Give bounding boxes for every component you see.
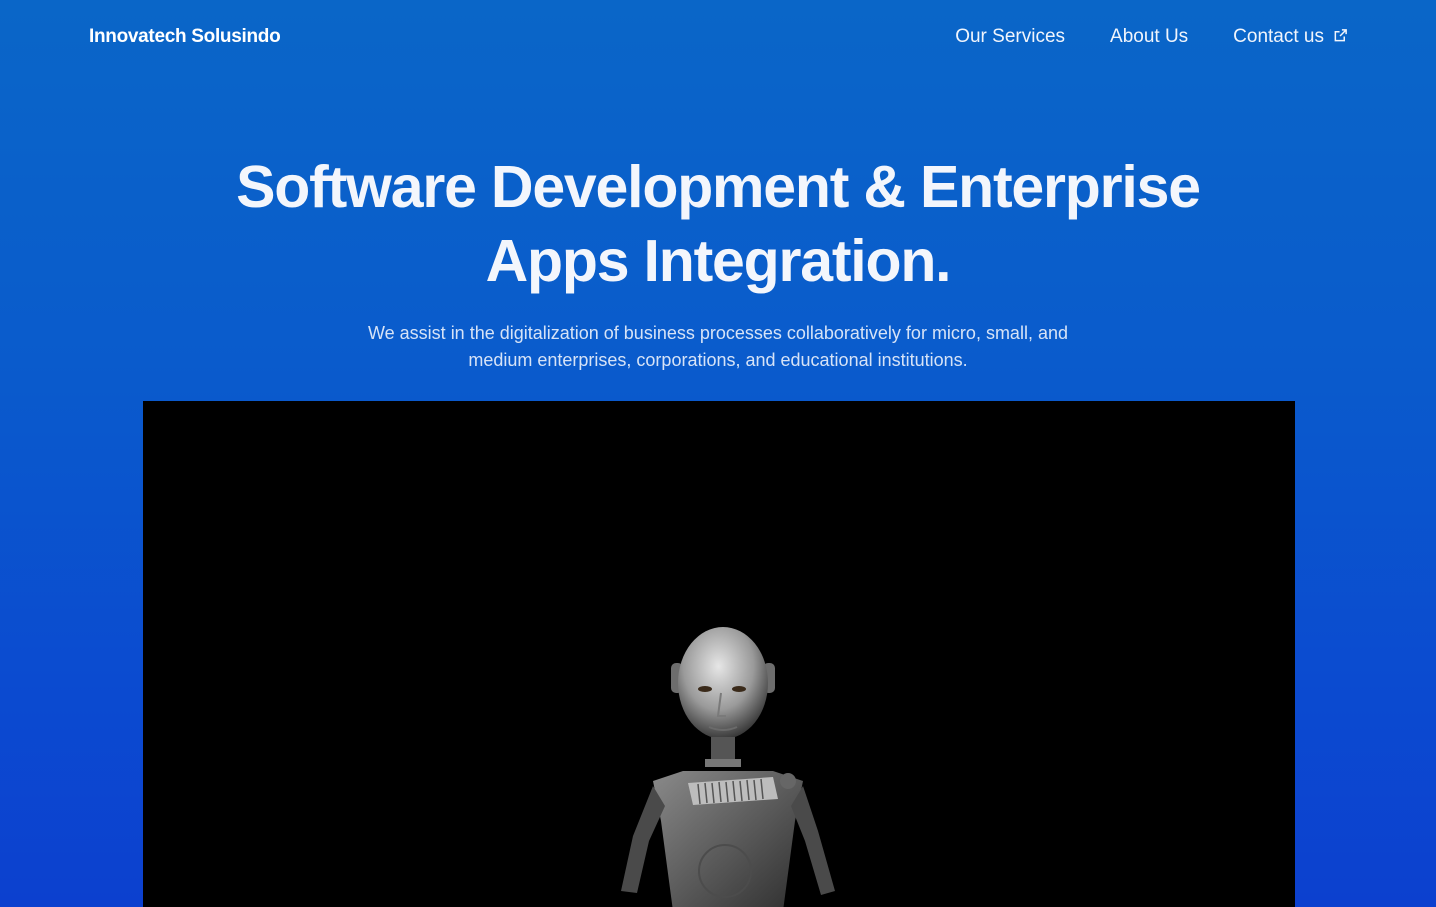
- top-nav: Innovatech Solusindo Our Services About …: [0, 0, 1436, 76]
- nav-links: Our Services About Us Contact us: [955, 26, 1348, 48]
- nav-link-label: About Us: [1110, 26, 1189, 47]
- hero-title: Software Development & Enterprise Apps I…: [236, 154, 1201, 294]
- nav-link-about-us[interactable]: About Us: [1110, 26, 1188, 48]
- nav-link-label: Contact us: [1233, 26, 1324, 47]
- external-link-icon: [1334, 28, 1347, 41]
- robot-icon: [621, 627, 835, 907]
- brand-logo-link[interactable]: Innovatech Solusindo: [89, 26, 281, 48]
- nav-link-contact-us[interactable]: Contact us: [1233, 26, 1348, 48]
- hero-media[interactable]: [143, 401, 1295, 907]
- nav-link-our-services[interactable]: Our Services: [955, 26, 1065, 48]
- hero-section: Software Development & Enterprise Apps I…: [0, 150, 1436, 374]
- hero-subtitle: We assist in the digitalization of busin…: [368, 323, 1068, 370]
- nav-link-label: Our Services: [955, 26, 1066, 47]
